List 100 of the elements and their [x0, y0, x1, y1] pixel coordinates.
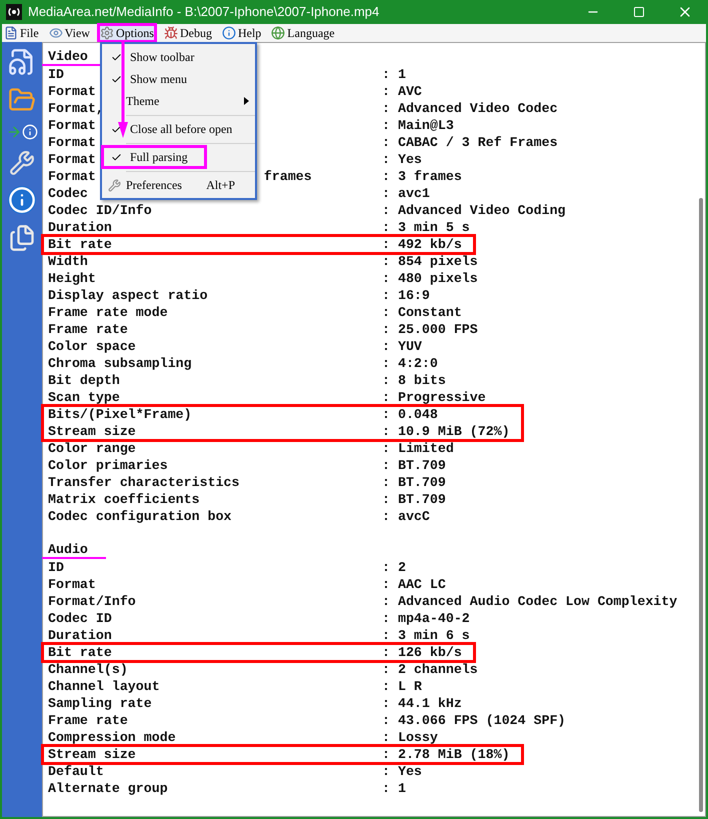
field-value: : Lossy: [382, 728, 438, 747]
field-label: Transfer characteristics: [48, 474, 240, 492]
field-value: : 25.000 FPS: [382, 320, 478, 339]
menu-item[interactable]: Options: [98, 24, 156, 42]
field-label: Duration: [48, 626, 112, 645]
field-value: : avcC: [382, 508, 430, 526]
field-value: : Constant: [382, 304, 462, 322]
field-value: : 3 min 5 s: [382, 218, 470, 237]
field-value: : avc1: [382, 184, 430, 203]
field-label: Codec configuration box: [48, 508, 232, 526]
field-value: : 2 channels: [382, 660, 478, 679]
menu-item[interactable]: Language: [269, 24, 337, 42]
menu-option[interactable]: Theme: [102, 90, 255, 112]
field-label: Chroma subsampling: [48, 354, 192, 373]
field-label: Color space: [48, 338, 136, 356]
field-label: Format: [48, 134, 96, 152]
arrow-info-icon[interactable]: [6, 124, 38, 140]
field-value: : YUV: [382, 338, 422, 356]
field-value: : 126 kb/s: [382, 644, 462, 662]
field-label: Codec: [48, 184, 88, 203]
field-label: Stream size: [48, 746, 136, 764]
gear-icon: [100, 26, 114, 40]
field-value: : CABAC / 3 Ref Frames: [382, 134, 558, 152]
globe-icon: [271, 26, 286, 40]
field-label: ID: [48, 66, 64, 84]
wrench-icon[interactable]: [9, 150, 35, 176]
scroll-thumb[interactable]: [699, 198, 703, 812]
field-value: : BT.709: [382, 490, 446, 509]
field-label: frames: [264, 168, 312, 186]
field-value: : 2: [382, 558, 406, 577]
field-label: Format: [48, 82, 96, 101]
field-label: Scan type: [48, 388, 120, 407]
field-label: Bit depth: [48, 372, 120, 390]
field-label: Bit rate: [48, 644, 112, 662]
app-logo-icon: [6, 4, 22, 20]
field-value: : BT.709: [382, 474, 446, 492]
field-label: Frame rate mode: [48, 304, 168, 322]
field-value: : Advanced Audio Codec Low Complexity: [382, 592, 678, 611]
field-value: : 3 frames: [382, 168, 462, 186]
field-value: : 1: [382, 66, 406, 84]
field-value: : 43.066 FPS (1024 SPF): [382, 712, 566, 730]
field-value: : 16:9: [382, 286, 430, 305]
field-label: Display aspect ratio: [48, 286, 208, 305]
field-value: : Advanced Video Coding: [382, 202, 566, 220]
document-icon: [4, 26, 18, 40]
info-icon: [222, 26, 236, 40]
field-value: : 492 kb/s: [382, 236, 462, 254]
field-label: Format: [48, 116, 96, 135]
field-value: : mp4a-40-2: [382, 610, 470, 628]
files-icon[interactable]: [8, 224, 36, 252]
field-label: Color primaries: [48, 456, 168, 475]
field-label: Channel layout: [48, 678, 160, 696]
field-value: : 2.78 MiB (18%): [382, 746, 510, 764]
menu-option[interactable]: Close all before open: [102, 118, 255, 140]
field-value: : 4:2:0: [382, 354, 438, 373]
menu-item[interactable]: Help: [220, 24, 264, 42]
field-value: : Advanced Video Codec: [382, 100, 558, 118]
maximize-icon[interactable]: [633, 6, 645, 18]
section-title: Audio: [42, 542, 106, 558]
field-value: : Main@L3: [382, 116, 454, 135]
field-label: ID: [48, 558, 64, 577]
field-label: Frame rate: [48, 712, 128, 730]
menu-item[interactable]: File: [2, 24, 41, 42]
field-value: : AAC LC: [382, 576, 446, 594]
bug-icon: [164, 26, 178, 40]
field-label: Format/Info: [48, 592, 136, 611]
field-label: Default: [48, 762, 104, 781]
field-value: : 3 min 6 s: [382, 626, 470, 645]
field-value: : 480 pixels: [382, 270, 478, 288]
field-value: : Limited: [382, 440, 454, 458]
field-value: : 10.9 MiB (72%): [382, 422, 510, 441]
field-value: : 0.048: [382, 406, 438, 424]
field-value: : Progressive: [382, 388, 486, 407]
info-icon[interactable]: [8, 186, 36, 214]
shortcut-label: Alt+P: [206, 177, 235, 194]
field-label: Matrix coefficients: [48, 490, 200, 509]
field-label: Compression mode: [48, 728, 176, 747]
eye-icon: [48, 26, 63, 40]
field-label: Color range: [48, 440, 136, 458]
field-value: : Yes: [382, 762, 422, 781]
menu-option[interactable]: Preferences Alt+P: [102, 174, 255, 196]
field-value: : AVC: [382, 82, 422, 101]
field-label: Duration: [48, 218, 112, 237]
field-label: Width: [48, 252, 88, 271]
field-label: Format: [48, 168, 96, 186]
field-label: Sampling rate: [48, 694, 152, 713]
submenu-arrow-icon: [244, 97, 249, 105]
field-label: Format: [48, 576, 96, 594]
field-label: Bit rate: [48, 236, 112, 254]
menu-item[interactable]: View: [46, 24, 92, 42]
field-label: Height: [48, 270, 96, 288]
field-value: : BT.709: [382, 456, 446, 475]
field-value: : 44.1 kHz: [382, 694, 462, 713]
field-label: Frame rate: [48, 320, 128, 339]
window-title: MediaArea.net/MediaInfo - B:\2007-Iphone\2007-Iphone.mp4: [28, 3, 380, 22]
field-value: : 1: [382, 780, 406, 798]
menu-item[interactable]: Debug: [162, 24, 214, 42]
menu-option[interactable]: Show menu: [102, 68, 255, 90]
field-label: Stream size: [48, 422, 136, 441]
menu-option[interactable]: Full parsing: [102, 146, 206, 168]
